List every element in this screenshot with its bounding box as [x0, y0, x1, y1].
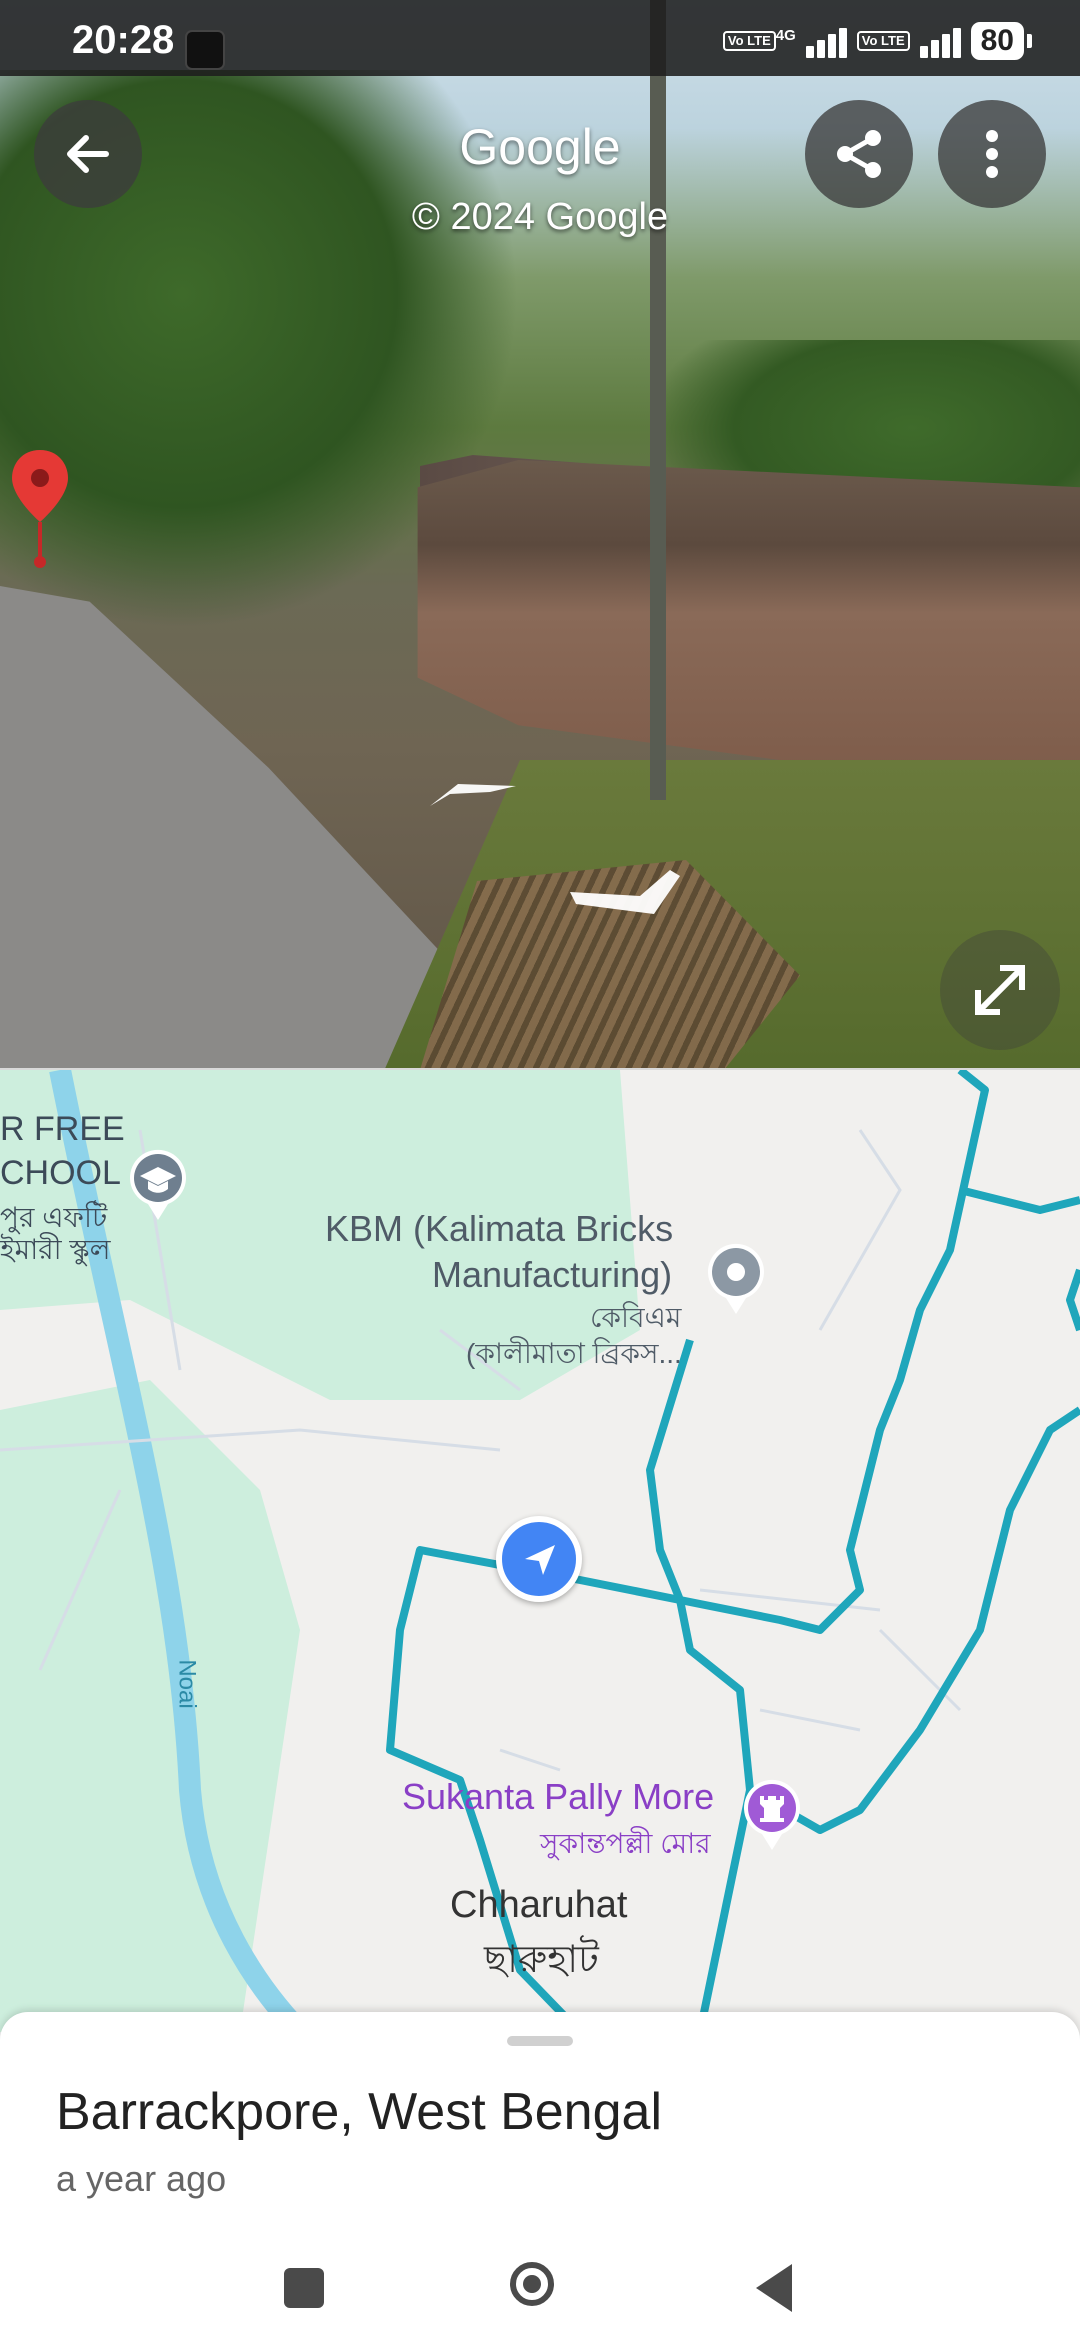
business-poi-icon[interactable]: [704, 1240, 768, 1316]
navigation-arrow-icon[interactable]: [570, 870, 680, 920]
navigation-arrow-icon[interactable]: [430, 780, 520, 810]
brick-shed: [417, 460, 1080, 800]
landmark-poi-icon[interactable]: [740, 1776, 804, 1852]
location-arrow-icon: [525, 1545, 555, 1575]
share-button[interactable]: [805, 100, 913, 208]
place-title: Barrackpore, West Bengal: [56, 2083, 662, 2141]
volte-badge: Vo LTE: [856, 31, 910, 51]
school-poi-icon[interactable]: [126, 1146, 190, 1222]
school-label-bn: ইমারী স্কুল: [0, 1234, 111, 1265]
recents-button[interactable]: [284, 2268, 324, 2308]
map-view[interactable]: R FREE CHOOL পুর এফটি ইমারী স্কুল KBM (K…: [0, 1068, 1080, 2032]
signal-icon: [805, 24, 847, 58]
street-view-title: Google: [459, 119, 621, 175]
battery-icon: 80: [970, 22, 1033, 60]
river-label: Noai: [173, 1659, 201, 1709]
more-options-button[interactable]: [938, 100, 1046, 208]
more-vert-icon: [986, 130, 998, 178]
chharuhat-label: Chharuhat: [450, 1884, 628, 1926]
current-location-marker[interactable]: [496, 1516, 582, 1602]
map-pin-icon: [12, 450, 68, 568]
bottom-sheet[interactable]: Barrackpore, West Bengal a year ago: [0, 2012, 1080, 2340]
status-time: 20:28: [72, 18, 175, 62]
drag-handle[interactable]: [507, 2036, 573, 2046]
signal-icon: [919, 24, 961, 58]
system-back-button[interactable]: [756, 2264, 792, 2312]
status-bar: 20:28 Vo LTE 4G Vo LTE 80: [0, 0, 1080, 76]
home-button[interactable]: [510, 2262, 554, 2306]
volte-badge: Vo LTE: [722, 31, 776, 51]
system-nav-bar: [0, 2238, 1080, 2338]
school-label: CHOOL: [0, 1154, 121, 1192]
kbm-label: KBM (Kalimata Bricks: [325, 1208, 674, 1249]
kbm-label-bn: (কালীমাতা ব্রিকস...: [466, 1338, 682, 1369]
sukanta-label-bn: সুকান্তপল্লী মোর: [540, 1828, 711, 1859]
kbm-label: Manufacturing): [432, 1254, 673, 1295]
capture-date: a year ago: [56, 2158, 227, 2199]
school-label: R FREE: [0, 1110, 125, 1148]
notification-icon: [185, 30, 225, 70]
copyright-text: © 2024 Google: [411, 196, 669, 238]
share-icon: [837, 130, 881, 178]
expand-icon: [975, 965, 1025, 1015]
chharuhat-label-bn: ছারুহাট: [484, 1939, 599, 1981]
sukanta-label: Sukanta Pally More: [402, 1776, 715, 1817]
network-type: 4G: [775, 26, 796, 44]
expand-button[interactable]: [940, 930, 1060, 1050]
